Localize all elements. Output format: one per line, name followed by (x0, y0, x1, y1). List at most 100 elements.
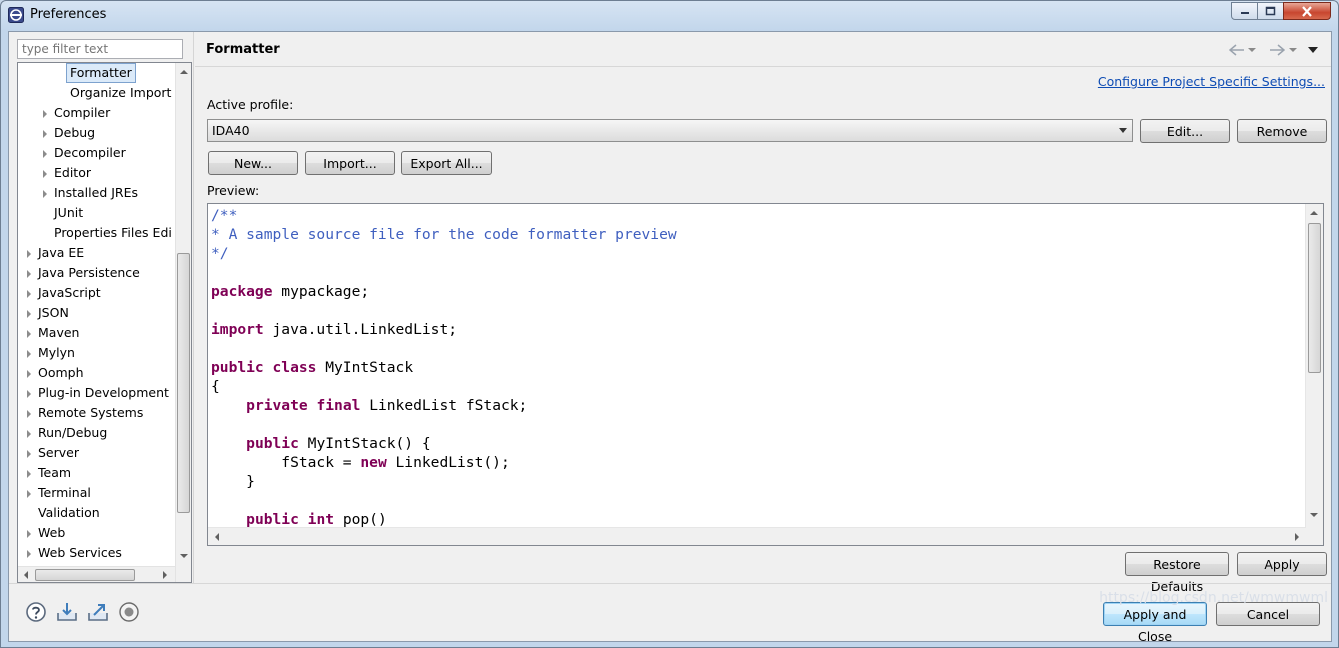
expand-arrow-icon[interactable] (27, 530, 31, 538)
preferences-window: Preferences Formatter Organize Import Comp… (0, 0, 1339, 648)
code-preview[interactable]: /** * A sample source file for the code f… (207, 203, 1324, 546)
expand-arrow-icon[interactable] (43, 130, 47, 138)
title-bar[interactable]: Preferences (1, 1, 1338, 30)
new-profile-button[interactable]: New... (208, 151, 298, 175)
tree-item-label: Java EE (38, 245, 85, 260)
tree-item-label: Editor (54, 165, 91, 180)
export-icon[interactable] (87, 601, 109, 623)
expand-arrow-icon[interactable] (27, 470, 31, 478)
tree-item-label: Team (38, 465, 72, 480)
minimize-button[interactable] (1231, 2, 1258, 20)
header-separator (195, 66, 1331, 67)
tree-scroll-thumb[interactable] (177, 253, 190, 513)
panel-divider[interactable] (193, 32, 194, 583)
scroll-down-arrow-icon[interactable] (1310, 512, 1318, 518)
import-icon[interactable] (56, 601, 78, 623)
expand-arrow-icon[interactable] (27, 290, 31, 298)
code-preview-text: /** * A sample source file for the code f… (211, 206, 677, 529)
tree-item-label: JavaScript (38, 285, 101, 300)
tree-vertical-scrollbar[interactable] (175, 63, 191, 582)
close-button[interactable] (1283, 2, 1331, 20)
tree-horizontal-scrollbar[interactable] (18, 566, 175, 582)
tree-item-label: Mylyn (38, 345, 75, 360)
active-profile-value: IDA40 (212, 123, 250, 138)
filter-input[interactable] (17, 39, 183, 59)
expand-arrow-icon[interactable] (27, 430, 31, 438)
expand-arrow-icon[interactable] (27, 390, 31, 398)
back-dropdown-icon[interactable] (1248, 48, 1256, 53)
code-line: /** (211, 207, 238, 224)
code-line: { (211, 378, 220, 395)
restore-defaults-button[interactable]: Restore Defaults (1125, 552, 1229, 594)
tree-item-label: Installed JREs (54, 185, 139, 200)
eclipse-app-icon (8, 7, 24, 23)
tree-item-label: Web Services (38, 545, 122, 560)
scroll-up-arrow-icon[interactable] (1310, 210, 1318, 216)
tree-item-label: JUnit (54, 205, 84, 220)
expand-arrow-icon[interactable] (27, 310, 31, 318)
maximize-icon (1265, 6, 1276, 16)
tree-item-label: JSON (38, 305, 69, 320)
record-icon[interactable] (118, 601, 140, 623)
code-line: * A sample source file for the code form… (211, 226, 677, 243)
expand-arrow-icon[interactable] (27, 490, 31, 498)
scroll-left-arrow-icon[interactable] (214, 533, 220, 541)
code-line: public MyIntStack() { (246, 435, 431, 452)
chevron-down-icon (1119, 128, 1127, 133)
scroll-down-arrow-icon[interactable] (180, 553, 188, 559)
watermark: https://blog.csdn.net/wmwmwml (1099, 590, 1328, 606)
tree-item-label: Properties Files Edi (54, 225, 172, 240)
import-profile-button[interactable]: Import... (305, 151, 395, 175)
tree-item-label: Debug (54, 125, 96, 140)
scroll-left-arrow-icon[interactable] (23, 571, 29, 579)
tree-item-label: Compiler (54, 105, 111, 120)
expand-arrow-icon[interactable] (27, 250, 31, 258)
scroll-up-arrow-icon[interactable] (180, 69, 188, 75)
export-all-button[interactable]: Export All... (401, 151, 492, 175)
code-line: fStack = new LinkedList(); (211, 454, 510, 471)
tree-item-label: Decompiler (54, 145, 126, 160)
code-line: package mypackage; (211, 283, 370, 300)
forward-dropdown-icon[interactable] (1289, 48, 1297, 53)
tree-item-label: Plug-in Development (38, 385, 169, 400)
tree-item-label: Validation (38, 505, 100, 520)
forward-icon[interactable] (1269, 44, 1285, 56)
active-profile-select[interactable]: IDA40 (207, 119, 1133, 142)
dialog-client: Formatter Organize Import Compiler Debug Dec… (8, 31, 1332, 644)
apply-button[interactable]: Apply (1237, 552, 1327, 576)
preview-vertical-scrollbar[interactable] (1305, 204, 1323, 545)
tree-item-label: Organize Import (70, 85, 172, 100)
preview-label: Preview: (207, 183, 260, 198)
tree-hscroll-thumb[interactable] (35, 569, 135, 581)
help-icon[interactable] (25, 601, 47, 623)
preview-horizontal-scrollbar[interactable] (208, 527, 1306, 545)
expand-arrow-icon[interactable] (43, 110, 47, 118)
remove-profile-button[interactable]: Remove (1237, 119, 1327, 143)
edit-profile-button[interactable]: Edit... (1140, 119, 1230, 143)
preview-scroll-thumb[interactable] (1308, 223, 1321, 373)
code-line: } (211, 473, 255, 490)
back-icon[interactable] (1229, 44, 1245, 56)
expand-arrow-icon[interactable] (43, 150, 47, 158)
expand-arrow-icon[interactable] (27, 450, 31, 458)
scroll-right-arrow-icon[interactable] (1294, 533, 1300, 541)
tree-item-label: Server (38, 445, 79, 460)
view-menu-icon[interactable] (1308, 47, 1318, 53)
expand-arrow-icon[interactable] (27, 330, 31, 338)
configure-project-settings-link[interactable]: Configure Project Specific Settings... (1098, 74, 1325, 89)
code-line: import java.util.LinkedList; (211, 321, 458, 338)
close-icon (1302, 5, 1312, 17)
expand-arrow-icon[interactable] (27, 550, 31, 558)
expand-arrow-icon[interactable] (27, 350, 31, 358)
expand-arrow-icon[interactable] (27, 270, 31, 278)
minimize-icon (1240, 12, 1249, 14)
expand-arrow-icon[interactable] (43, 190, 47, 198)
expand-arrow-icon[interactable] (43, 170, 47, 178)
expand-arrow-icon[interactable] (27, 410, 31, 418)
scroll-right-arrow-icon[interactable] (162, 571, 168, 579)
maximize-button[interactable] (1257, 2, 1284, 20)
expand-arrow-icon[interactable] (27, 370, 31, 378)
